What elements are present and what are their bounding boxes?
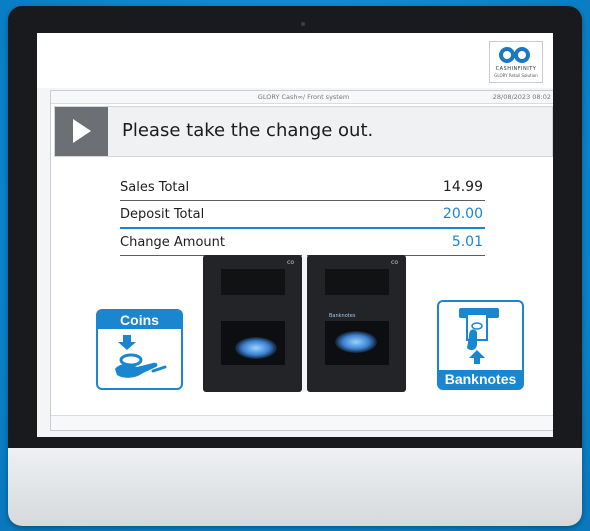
title-bar: GLORY Cash∞/ Front system 28/08/2023 08:… — [51, 91, 553, 104]
coin-tray-light — [235, 337, 277, 359]
cashinfinity-logo: CASHINFINITY GLORY Retail Solution — [489, 41, 543, 83]
change-amount-row: Change Amount 5.01 — [120, 229, 485, 256]
sales-total-label: Sales Total — [120, 180, 190, 195]
instruction-message: Please take the change out. — [122, 120, 374, 141]
coin-inlet — [221, 269, 285, 295]
coin-tray — [221, 321, 285, 365]
banknote-outlet — [325, 321, 389, 365]
banknote-machine-image: co Banknotes — [307, 255, 406, 392]
message-bar: Please take the change out. — [54, 106, 553, 157]
machine-logo: co — [391, 259, 398, 266]
window-title: GLORY Cash∞/ Front system — [257, 93, 350, 101]
machine-banknotes-tag: Banknotes — [329, 313, 356, 319]
logo-ring-icon — [514, 47, 530, 63]
status-strip — [51, 415, 553, 430]
banknotes-callout: Banknotes — [437, 300, 524, 390]
sales-total-value: 14.99 — [442, 179, 483, 195]
change-amount-value: 5.01 — [451, 234, 483, 250]
pos-window: GLORY Cash∞/ Front system 28/08/2023 08:… — [50, 90, 553, 431]
header-logo-area: CASHINFINITY GLORY Retail Solution — [37, 33, 553, 88]
coin-hand-icon — [115, 335, 167, 378]
banknote-hand-icon — [459, 308, 499, 364]
camera-icon — [301, 22, 305, 26]
datetime: 28/08/2023 08:02 — [492, 93, 551, 101]
banknote-inlet — [325, 269, 389, 295]
sales-total-row: Sales Total 14.99 — [120, 174, 485, 201]
play-button[interactable] — [55, 107, 108, 156]
deposit-total-label: Deposit Total — [120, 207, 205, 222]
banknote-outlet-light — [335, 331, 377, 353]
screen: CASHINFINITY GLORY Retail Solution GLORY… — [37, 33, 553, 437]
logo-ring-icon — [499, 47, 515, 63]
machine-logo: co — [287, 259, 294, 266]
logo-tagline: GLORY Retail Solution — [494, 73, 538, 78]
coin-machine-image: co — [203, 255, 302, 392]
banknotes-label: Banknotes — [439, 370, 522, 388]
play-icon — [73, 119, 91, 143]
change-amount-label: Change Amount — [120, 235, 225, 250]
deposit-total-row: Deposit Total 20.00 — [120, 201, 485, 229]
deposit-total-value: 20.00 — [442, 206, 483, 222]
coins-callout: Coins — [96, 309, 183, 390]
monitor-chin — [8, 448, 582, 526]
logo-brand: CASHINFINITY — [495, 66, 537, 72]
coins-label: Coins — [98, 311, 181, 329]
